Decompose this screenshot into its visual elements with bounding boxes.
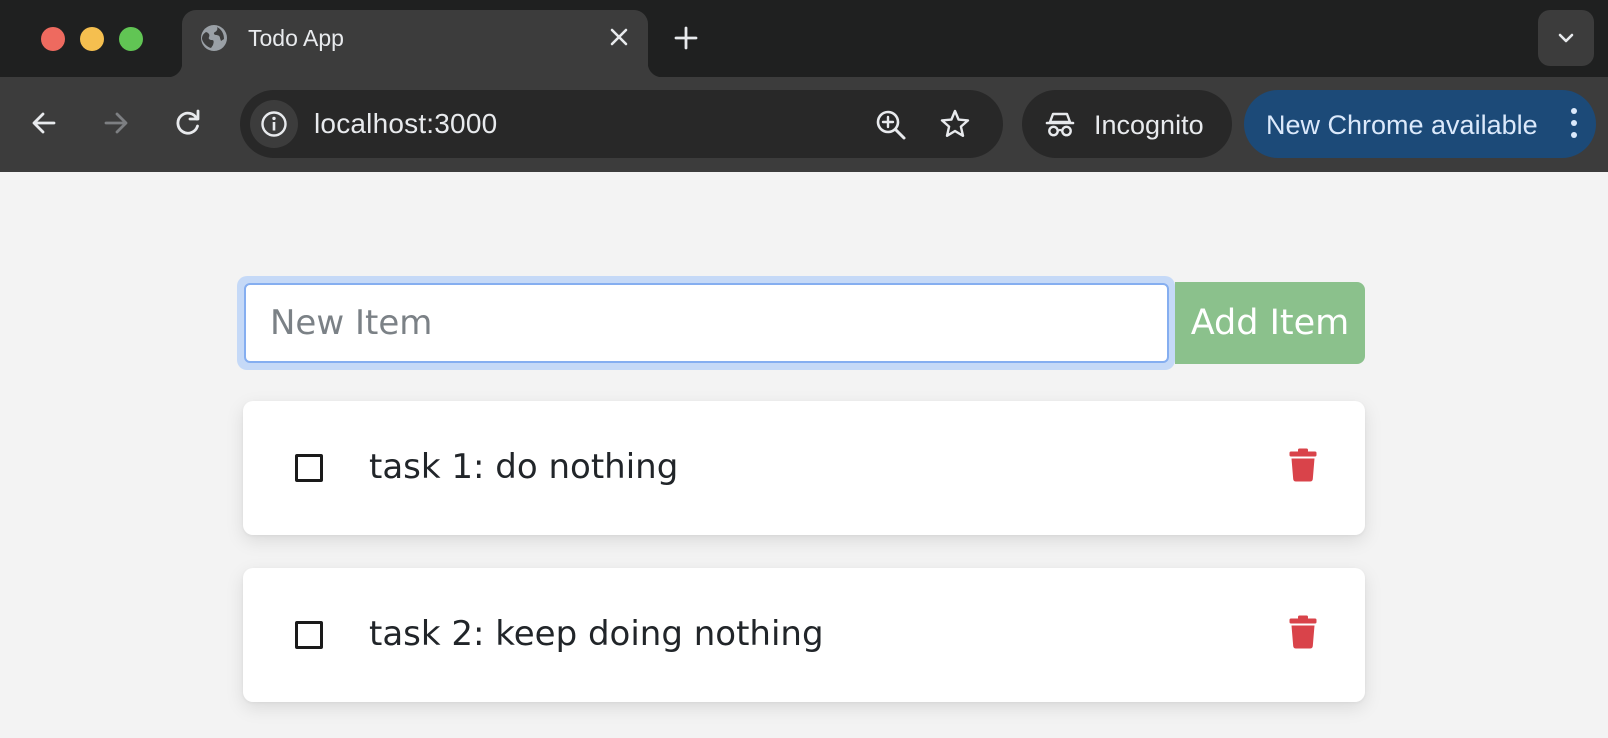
- reload-icon[interactable]: [168, 103, 208, 143]
- tab-search-button[interactable]: [1538, 10, 1594, 66]
- window-maximize-button[interactable]: [119, 27, 143, 51]
- todo-page: Add Item task 1: do nothing task 2: keep…: [0, 172, 1608, 738]
- todo-checkbox[interactable]: [295, 454, 323, 482]
- more-vert-icon[interactable]: [1566, 104, 1582, 144]
- trash-icon[interactable]: [1289, 448, 1317, 482]
- browser-toolbar: localhost:3000 Incognito New Chrome avai…: [0, 77, 1608, 172]
- tab-todo-app[interactable]: Todo App: [168, 10, 662, 77]
- chevron-down-icon: [1558, 33, 1574, 43]
- incognito-icon: [1045, 112, 1075, 137]
- incognito-label: Incognito: [1094, 110, 1204, 140]
- close-icon[interactable]: [604, 22, 634, 52]
- trash-icon[interactable]: [1289, 615, 1317, 649]
- tab-title: Todo App: [248, 25, 344, 51]
- incognito-indicator[interactable]: Incognito: [1022, 90, 1232, 158]
- url-text[interactable]: localhost:3000: [314, 108, 497, 140]
- update-label: New Chrome available: [1266, 110, 1538, 140]
- window-close-button[interactable]: [41, 27, 65, 51]
- new-item-focus-ring: [237, 276, 1175, 370]
- site-info-button[interactable]: [250, 100, 298, 148]
- window-minimize-button[interactable]: [80, 27, 104, 51]
- new-item-input[interactable]: [244, 283, 1169, 363]
- todo-item-text: task 2: keep doing nothing: [369, 614, 824, 654]
- arrow-left-icon[interactable]: [24, 103, 64, 143]
- new-tab-button[interactable]: [670, 22, 702, 54]
- arrow-right-icon[interactable]: [96, 103, 136, 143]
- add-item-button[interactable]: Add Item: [1175, 282, 1365, 364]
- address-bar[interactable]: localhost:3000: [240, 90, 1003, 158]
- zoom-in-icon[interactable]: [874, 108, 908, 142]
- browser-tab-strip: Todo App: [0, 0, 1608, 77]
- info-icon: [261, 111, 287, 137]
- globe-icon: [201, 25, 227, 51]
- todo-item: task 1: do nothing: [243, 401, 1365, 535]
- todo-item: task 2: keep doing nothing: [243, 568, 1365, 702]
- todo-checkbox[interactable]: [295, 621, 323, 649]
- new-chrome-available-button[interactable]: New Chrome available: [1244, 90, 1596, 158]
- todo-item-text: task 1: do nothing: [369, 447, 679, 487]
- star-icon[interactable]: [938, 107, 972, 141]
